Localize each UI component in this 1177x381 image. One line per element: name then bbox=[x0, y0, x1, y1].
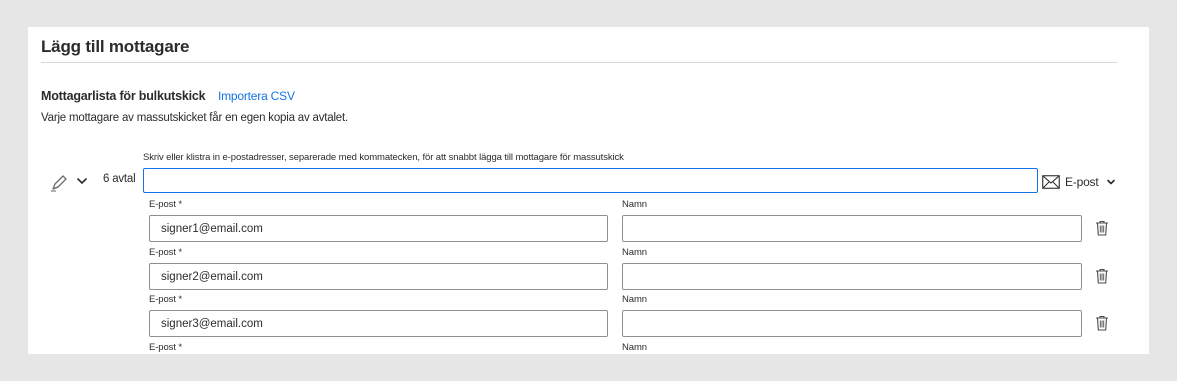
name-label: Namn bbox=[622, 342, 647, 353]
recipient-row: E-post * Namn bbox=[28, 294, 1149, 342]
name-field[interactable] bbox=[622, 310, 1082, 337]
bulk-email-input[interactable] bbox=[143, 168, 1038, 193]
delivery-method-dropdown[interactable]: E-post bbox=[1042, 174, 1116, 190]
pen-icon[interactable] bbox=[50, 174, 70, 192]
name-field[interactable] bbox=[622, 263, 1082, 290]
page-title: Lägg till mottagare bbox=[41, 37, 190, 56]
email-field[interactable] bbox=[149, 263, 608, 290]
bulk-section-title: Mottagarlista för bulkutskick bbox=[41, 89, 206, 103]
bulk-input-hint: Skriv eller klistra in e-postadresser, s… bbox=[143, 152, 624, 163]
chevron-down-icon bbox=[1107, 179, 1116, 185]
email-field[interactable] bbox=[149, 215, 608, 242]
name-label: Namn bbox=[622, 247, 647, 258]
email-field[interactable] bbox=[149, 310, 608, 337]
email-label: E-post * bbox=[149, 247, 182, 258]
chevron-down-icon[interactable] bbox=[75, 174, 89, 188]
trash-icon[interactable] bbox=[1095, 220, 1109, 236]
name-label: Namn bbox=[622, 199, 647, 210]
delivery-method-label: E-post bbox=[1065, 175, 1099, 189]
email-label: E-post * bbox=[149, 199, 182, 210]
name-field[interactable] bbox=[622, 215, 1082, 242]
title-divider bbox=[41, 62, 1117, 63]
bulk-description: Varje mottagare av massutskicket får en … bbox=[41, 112, 348, 124]
trash-icon[interactable] bbox=[1095, 315, 1109, 331]
email-label: E-post * bbox=[149, 294, 182, 305]
recipient-row: E-post * Namn bbox=[28, 342, 1149, 354]
name-label: Namn bbox=[622, 294, 647, 305]
import-csv-link[interactable]: Importera CSV bbox=[218, 89, 295, 103]
envelope-icon bbox=[1042, 175, 1060, 189]
agreement-count: 6 avtal bbox=[103, 173, 136, 185]
recipient-row: E-post * Namn bbox=[28, 199, 1149, 247]
recipient-row: E-post * Namn bbox=[28, 247, 1149, 295]
add-recipients-panel: Lägg till mottagare Mottagarlista för bu… bbox=[28, 27, 1149, 354]
email-label: E-post * bbox=[149, 342, 182, 353]
trash-icon[interactable] bbox=[1095, 268, 1109, 284]
